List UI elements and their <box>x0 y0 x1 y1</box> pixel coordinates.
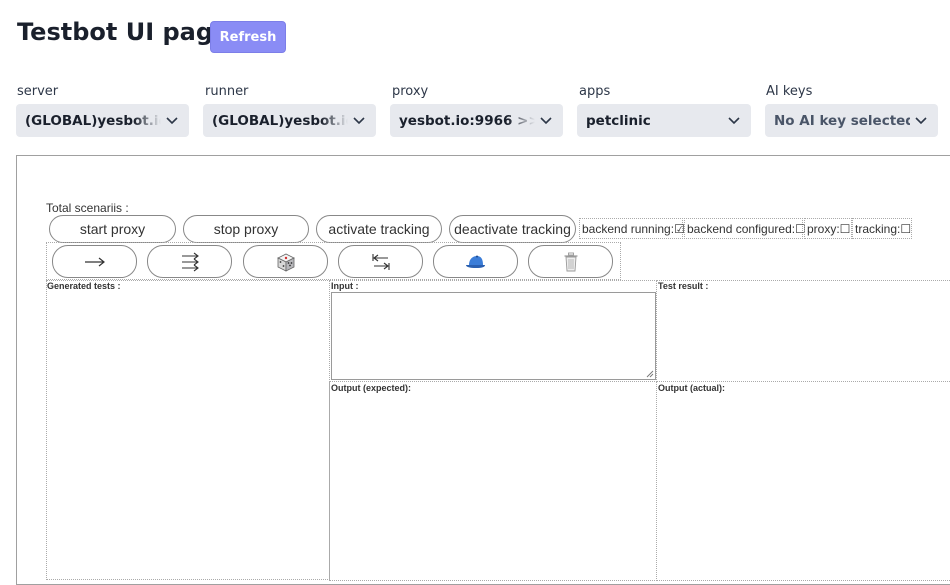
proxy-select-value: yesbot.io:9966 >> ht <box>399 112 535 129</box>
server-label: server <box>17 84 59 99</box>
tab-arrows-icon <box>371 253 390 270</box>
cap-button[interactable] <box>433 245 518 278</box>
generated-tests-panel <box>46 280 330 580</box>
chevron-down-icon <box>540 117 552 125</box>
proxy-label: proxy <box>392 84 429 99</box>
output-actual-panel <box>656 381 950 581</box>
proxy-select[interactable]: yesbot.io:9966 >> ht <box>390 104 563 137</box>
input-label: Input : <box>331 281 359 291</box>
backend-running-status: backend running:☑ <box>579 218 685 239</box>
run-single-button[interactable] <box>52 245 137 278</box>
total-scenarios-label: Total scenariis : <box>46 201 129 215</box>
server-select[interactable]: (GLOBAL)yesbot.io:9 <box>16 104 189 137</box>
chevron-down-icon <box>915 117 927 125</box>
activate-tracking-button[interactable]: activate tracking <box>316 215 442 243</box>
input-textarea[interactable] <box>331 292 656 380</box>
run-all-button[interactable] <box>147 245 232 278</box>
generated-tests-label: Generated tests : <box>47 281 121 291</box>
dice-icon <box>276 253 295 272</box>
trash-icon <box>564 252 577 271</box>
chevron-down-icon <box>166 117 178 125</box>
tracking-status: tracking:☐ <box>852 218 912 239</box>
output-expected-panel <box>329 381 657 581</box>
deactivate-tracking-button[interactable]: deactivate tracking <box>449 215 576 243</box>
arrow-right-icon <box>84 257 105 266</box>
test-result-panel <box>656 280 950 382</box>
resize-handle-icon <box>646 370 654 378</box>
refresh-button[interactable]: Refresh <box>210 21 286 53</box>
output-expected-label: Output (expected): <box>331 383 411 393</box>
apps-select-value: petclinic <box>586 112 651 129</box>
runner-select-value: (GLOBAL)yesbot.io:9 <box>212 112 348 129</box>
tab-arrows-button[interactable] <box>338 245 423 278</box>
page-title: Testbot UI page <box>17 18 230 46</box>
ai-keys-select[interactable]: No AI key selected <box>765 104 938 137</box>
runner-label: runner <box>205 84 249 99</box>
chevron-down-icon <box>728 117 740 125</box>
cap-icon <box>465 255 485 268</box>
backend-configured-status: backend configured:☐ <box>684 218 806 239</box>
ai-keys-label: AI keys <box>766 84 813 99</box>
test-result-label: Test result : <box>658 281 709 291</box>
server-select-value: (GLOBAL)yesbot.io:9 <box>25 112 161 129</box>
multi-arrow-icon <box>181 252 199 271</box>
apps-select[interactable]: petclinic <box>577 104 751 137</box>
chevron-down-icon <box>353 117 365 125</box>
apps-label: apps <box>579 84 611 99</box>
random-button[interactable] <box>243 245 328 278</box>
start-proxy-button[interactable]: start proxy <box>49 215 176 243</box>
output-actual-label: Output (actual): <box>658 383 725 393</box>
proxy-status: proxy:☐ <box>804 218 852 239</box>
stop-proxy-button[interactable]: stop proxy <box>183 215 309 243</box>
ai-keys-select-value: No AI key selected <box>774 112 910 129</box>
runner-select[interactable]: (GLOBAL)yesbot.io:9 <box>203 104 376 137</box>
delete-button[interactable] <box>528 245 613 278</box>
